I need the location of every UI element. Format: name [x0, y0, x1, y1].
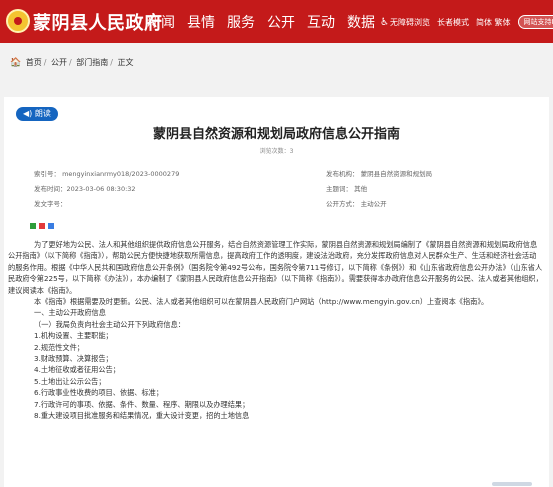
article-paragraph: 2.规范性文件； [34, 342, 84, 352]
article-panel: ◀) 朗读 蒙阴县自然资源和规划局政府信息公开指南 浏览次数：3 索引号： me… [4, 97, 549, 487]
nav-item-news[interactable]: 新闻 [147, 12, 175, 32]
article-paragraph: 1.机构设置、主要职能； [34, 331, 113, 341]
meta-publish-date: 发布时间：2023-03-06 08:30:32 [34, 185, 136, 193]
accessibility-label: 无障碍浏览 [389, 17, 430, 27]
accessibility-icon: ♿ [380, 16, 389, 28]
speaker-icon: ◀) [23, 109, 33, 118]
read-aloud-label: 朗读 [34, 109, 51, 118]
article-title: 蒙阴县自然资源和规划局政府信息公开指南 [152, 127, 400, 142]
language-switch[interactable]: 简体 繁体 [476, 17, 511, 28]
main-nav: 新闻 县情 服务 公开 互动 数据 [147, 12, 375, 32]
breadcrumb-guide[interactable]: 部门指南 [76, 58, 108, 67]
accessibility-link[interactable]: ♿无障碍浏览 [380, 17, 430, 28]
breadcrumb-separator: / [43, 58, 47, 67]
breadcrumb-public[interactable]: 公开 [51, 58, 67, 67]
article-paragraph: 5.土地出让公示公告； [34, 376, 106, 386]
nav-item-interact[interactable]: 互动 [307, 12, 335, 32]
article-paragraph: 7.行政许可的事项、依据、条件、数量、程序、期限以及办理结果； [34, 399, 250, 409]
meta-index-no: 索引号： mengyinxianrmy018/2023-0000279 [34, 170, 180, 178]
breadcrumb-separator: / [110, 58, 113, 67]
nav-item-service[interactable]: 服务 [227, 12, 255, 32]
elder-mode-link[interactable]: 长者模式 [437, 17, 469, 28]
nav-item-public[interactable]: 公开 [267, 12, 295, 32]
article-body: 为了更好地为公民、法人和其他组织提供政府信息公开服务，结合自然资源管理工作实际，… [8, 239, 543, 422]
breadcrumb-separator: / [69, 58, 72, 67]
ipv6-badge: 网站支持IPv6 [517, 15, 553, 29]
article-paragraph: 6.行政事业性收费的项目、依据、标准； [34, 388, 164, 398]
meta-disclosure: 公开方式： 主动公开 [326, 200, 387, 208]
share-wechat-icon[interactable] [30, 223, 36, 229]
article-paragraph: 4.土地征收或者征用公告； [34, 365, 120, 375]
share-qq-icon[interactable] [48, 223, 54, 229]
breadcrumb-current: 正文 [117, 58, 134, 67]
read-aloud-button[interactable]: ◀) 朗读 [16, 107, 58, 121]
article-paragraph: 3.财政预算、决算报告； [34, 354, 113, 364]
breadcrumb: 🏠 首页 / 公开 / 部门指南 / 正文 [10, 57, 134, 68]
article-paragraph: 一、主动公开政府信息 [34, 308, 106, 318]
meta-subject: 主题词： 其他 [326, 185, 368, 193]
breadcrumb-home[interactable]: 首页 [26, 58, 42, 67]
header-tools: ♿无障碍浏览 长者模式 简体 繁体 网站支持IPv6 [380, 15, 553, 29]
nav-item-county[interactable]: 县情 [187, 12, 215, 32]
nav-item-data[interactable]: 数据 [347, 12, 375, 32]
site-name[interactable]: 蒙阴县人民政府 [33, 9, 163, 35]
share-icons [30, 223, 54, 229]
article-paragraph: 本《指南》根据需要及时更新。公民、法人或者其他组织可以在蒙阴县人民政府门户网站（… [34, 297, 489, 307]
national-emblem-logo[interactable] [6, 9, 30, 33]
article-paragraph: 为了更好地为公民、法人和其他组织提供政府信息公开服务，结合自然资源管理工作实际，… [8, 240, 543, 295]
meta-doc-no: 发文字号： [34, 200, 67, 208]
share-weibo-icon[interactable] [39, 223, 45, 229]
meta-publisher: 发布机构： 蒙阴县自然资源和规划局 [326, 170, 433, 178]
home-icon: 🏠 [10, 58, 22, 68]
article-paragraph: 8.重大建设项目批准服务和结果情况，重大设计变更，招的土地信息 [34, 411, 250, 421]
view-count: 浏览次数：3 [259, 148, 294, 155]
article-paragraph: （一）我局负责向社会主动公开下列政府信息： [34, 319, 185, 329]
site-header: 蒙阴县人民政府 新闻 县情 服务 公开 互动 数据 ♿无障碍浏览 长者模式 简体… [0, 0, 553, 43]
page-scrollbar[interactable] [492, 482, 532, 486]
